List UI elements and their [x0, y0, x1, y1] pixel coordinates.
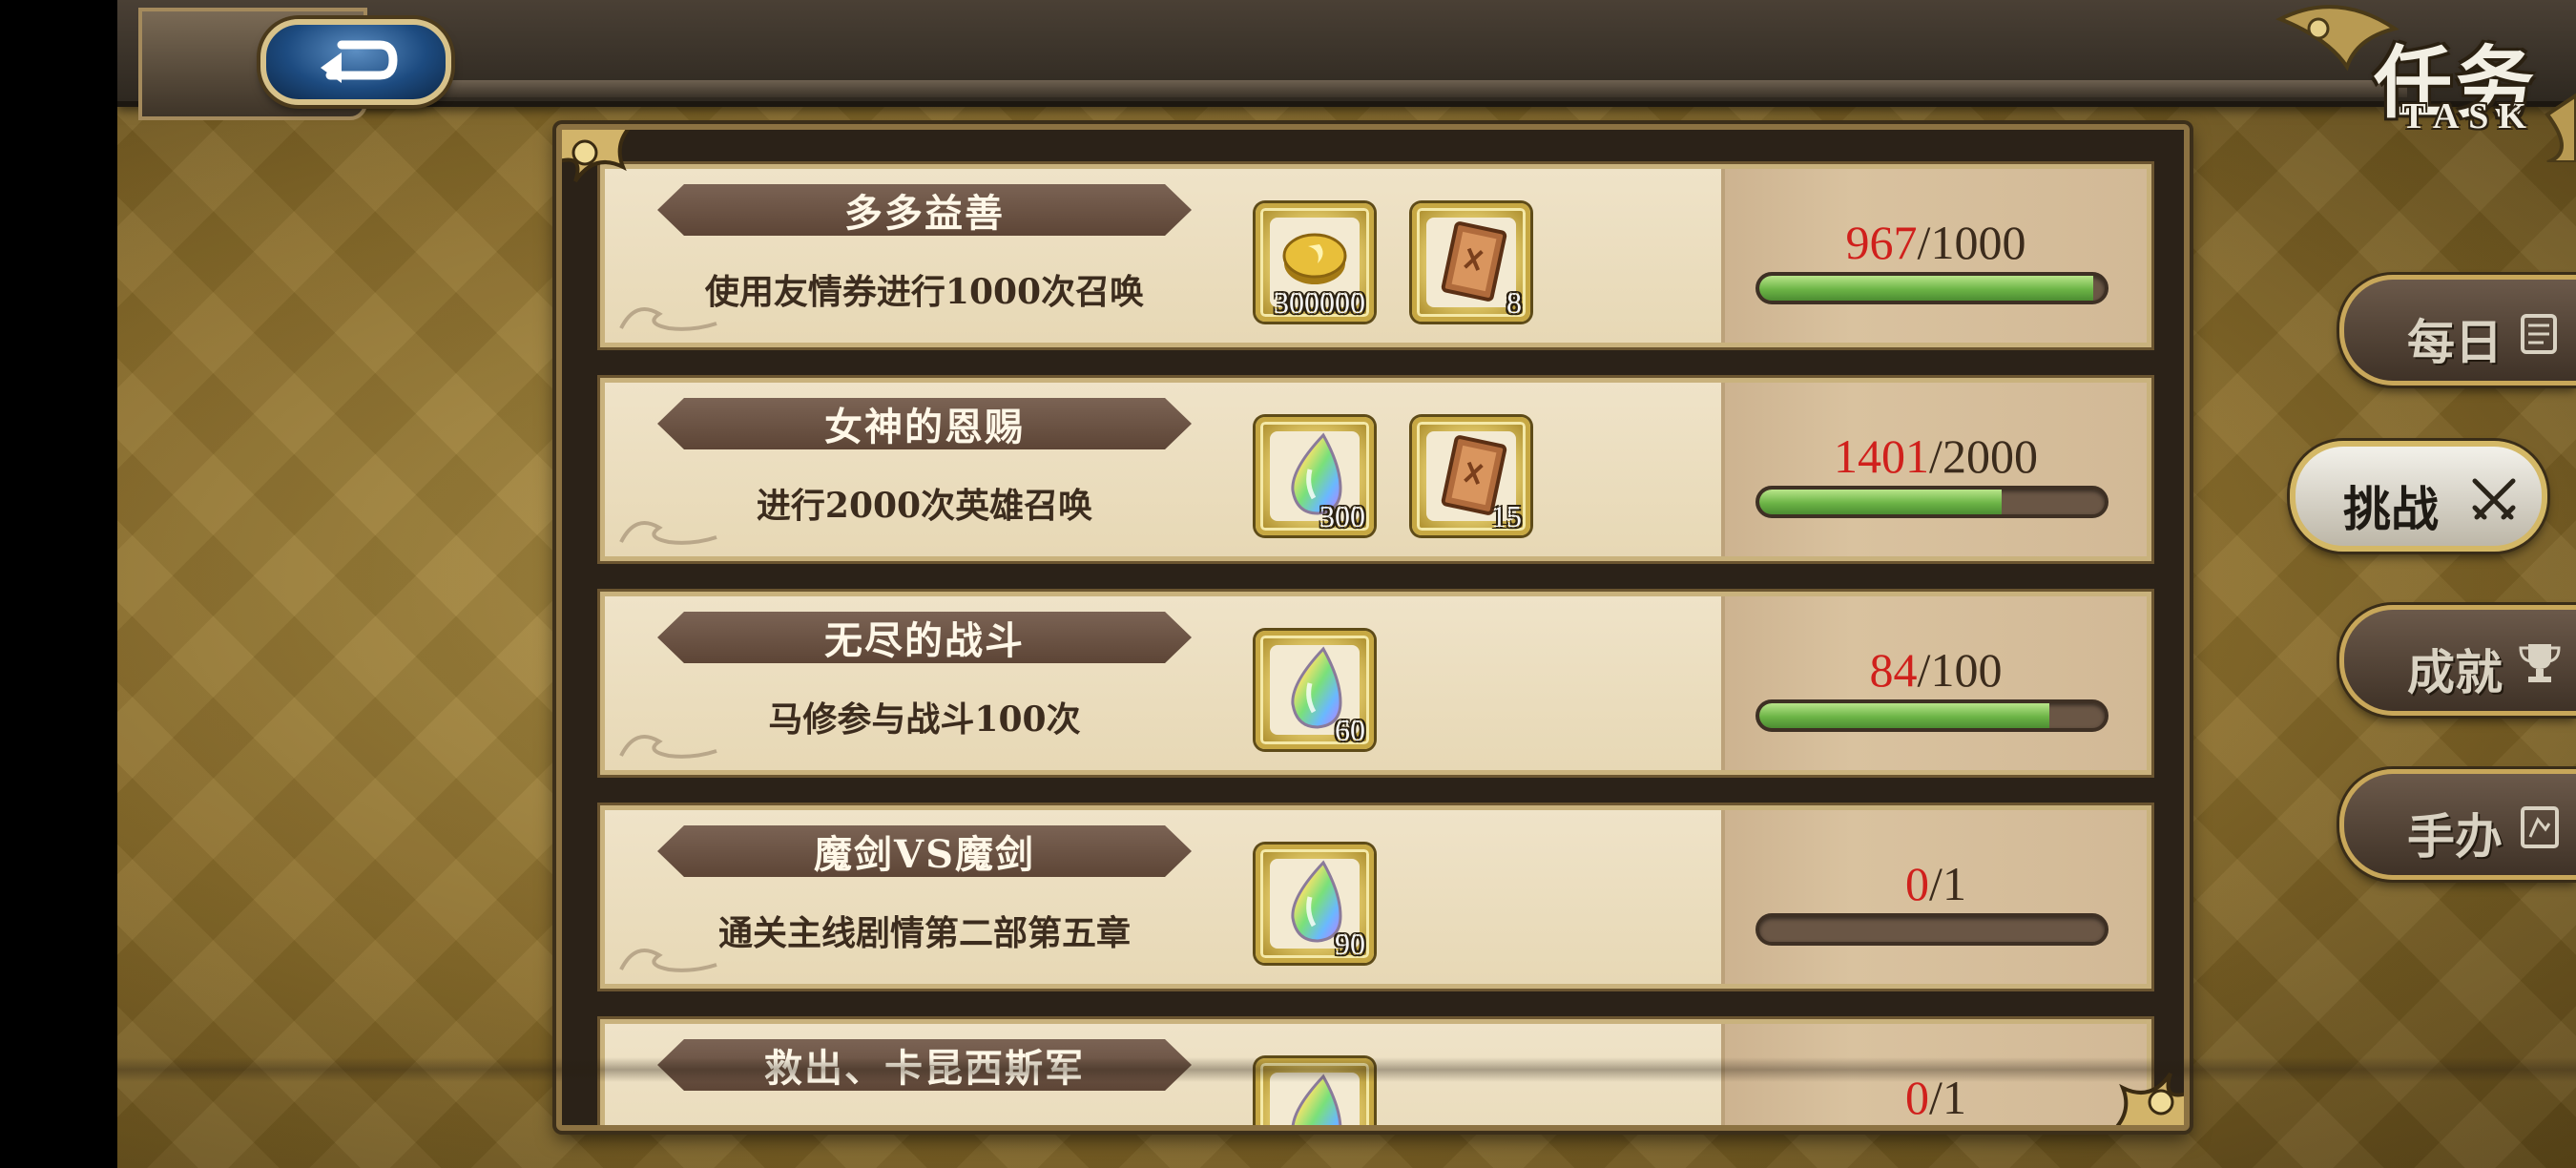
progress-bar-fill	[1759, 276, 2094, 301]
page-subtitle: TASK	[2401, 96, 2536, 136]
corner-ornament-top-left	[562, 130, 631, 183]
tab-label: 成就	[2407, 644, 2503, 700]
progress-current: 967	[1845, 216, 1918, 269]
task-title-banner: 多多益善	[657, 184, 1192, 236]
task-title: 魔剑VS魔剑	[814, 832, 1035, 877]
reward-count: 90	[1335, 927, 1365, 961]
figure-card-icon	[2521, 806, 2559, 848]
task-info: 魔剑VS魔剑 通关主线剧情第二部第五章 90	[605, 810, 1721, 984]
progress-current: 0	[1905, 857, 1930, 910]
progress-total: /2000	[1929, 429, 2038, 483]
tab-label: 手办	[2407, 808, 2503, 865]
return-arrow-icon	[321, 40, 398, 83]
tab-daily[interactable]: 每日	[2339, 275, 2576, 386]
reward-item[interactable]: 15	[1412, 417, 1530, 535]
progress-bar	[1755, 272, 2109, 304]
progress-text: 84/100	[1725, 642, 2147, 698]
task-title: 无尽的战斗	[824, 618, 1025, 663]
reward-count: 15	[1491, 499, 1522, 533]
reward-item[interactable]: 300	[1256, 417, 1374, 535]
trophy-icon	[2519, 644, 2561, 682]
game-background: 任务 TASK 多多益善 使用友情券进行1000次召唤 300000 8 967…	[117, 0, 2576, 1168]
progress-total: /1	[1929, 857, 1966, 910]
task-title: 女神的恩赐	[824, 405, 1025, 449]
crossed-swords-icon	[2472, 478, 2516, 520]
tab-figure[interactable]: 手办	[2339, 769, 2576, 880]
reward-item[interactable]: 60	[1256, 631, 1374, 749]
task-info: 女神的恩赐 进行2000次英雄召唤 300 15	[605, 383, 1721, 556]
swirl-decoration-icon	[619, 949, 717, 972]
task-row[interactable]: 女神的恩赐 进行2000次英雄召唤 300 15 1401/2000	[600, 378, 2151, 561]
task-info: 无尽的战斗 马修参与战斗100次 60	[605, 596, 1721, 770]
progress-text: 967/1000	[1725, 215, 2147, 270]
progress-bar-fill	[1759, 490, 2002, 514]
tab-achievement[interactable]: 成就	[2339, 605, 2576, 716]
reward-item[interactable]: 90	[1256, 845, 1374, 963]
swirl-decoration-icon	[619, 521, 717, 545]
reward-item[interactable]: 8	[1412, 203, 1530, 322]
progress-current: 1401	[1834, 429, 1930, 483]
bottom-shadow-strip	[117, 1057, 2576, 1082]
task-row[interactable]: 多多益善 使用友情券进行1000次召唤 300000 8 967/1000	[600, 164, 2151, 347]
progress-total: /1000	[1917, 216, 2026, 269]
swirl-decoration-icon	[619, 735, 717, 759]
task-title-banner: 魔剑VS魔剑	[657, 825, 1192, 877]
reward-item[interactable]: 300000	[1256, 203, 1374, 322]
task-title-banner: 女神的恩赐	[657, 398, 1192, 449]
progress-bar	[1755, 486, 2109, 518]
progress-text: 0/1	[1725, 856, 2147, 911]
back-button[interactable]	[260, 19, 451, 105]
scroll-icon	[2521, 314, 2557, 354]
top-bar	[117, 0, 2576, 107]
tab-label: 每日	[2407, 314, 2503, 370]
progress-bar	[1755, 699, 2109, 732]
task-row[interactable]: 无尽的战斗 马修参与战斗100次 60 84/100	[600, 592, 2151, 775]
swirl-decoration-icon	[619, 307, 717, 331]
progress-current: 84	[1869, 643, 1918, 697]
reward-count: 8	[1506, 285, 1522, 320]
gold-coin-icon	[1282, 233, 1347, 284]
progress-total: /100	[1917, 643, 2003, 697]
task-row[interactable]: 魔剑VS魔剑 通关主线剧情第二部第五章 90 0/1	[600, 805, 2151, 989]
progress-bar-fill	[1759, 703, 2050, 728]
task-progress: 84/100	[1721, 596, 2147, 770]
reward-count: 60	[1335, 713, 1365, 747]
task-progress: 0/1	[1721, 810, 2147, 984]
corner-ornament-bottom-right	[2115, 1072, 2184, 1125]
progress-text: 1401/2000	[1725, 428, 2147, 484]
task-progress: 1401/2000	[1721, 383, 2147, 556]
task-title-banner: 无尽的战斗	[657, 612, 1192, 663]
summon-ticket-icon	[1441, 221, 1507, 302]
tab-challenge[interactable]: 挑战	[2290, 441, 2547, 552]
reward-count: 300	[1319, 499, 1365, 533]
task-progress: 967/1000	[1721, 169, 2147, 343]
task-info: 多多益善 使用友情券进行1000次召唤 300000 8	[605, 169, 1721, 343]
progress-bar	[1755, 913, 2109, 946]
task-title: 多多益善	[844, 191, 1005, 236]
tab-label: 挑战	[2343, 481, 2439, 537]
reward-count: 300000	[1274, 285, 1365, 320]
top-bar-strip	[356, 80, 2407, 97]
task-list-panel[interactable]: 多多益善 使用友情券进行1000次召唤 300000 8 967/1000 女神…	[556, 124, 2190, 1131]
